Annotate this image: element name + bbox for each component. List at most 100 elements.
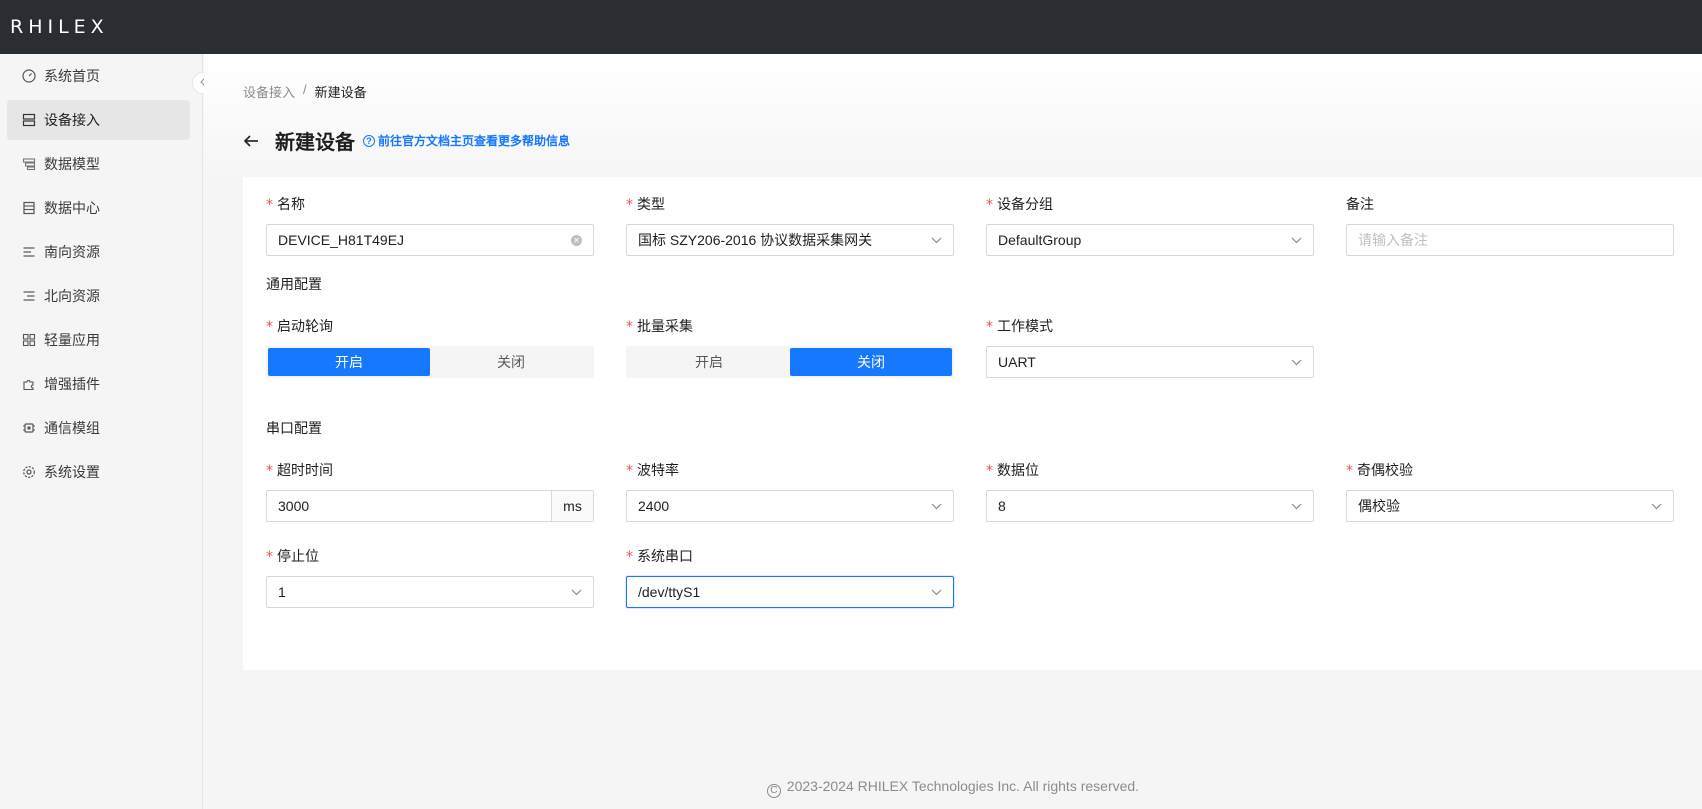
stopbits-label: 停止位 (277, 548, 319, 564)
poll-off-option[interactable]: 关闭 (430, 348, 592, 376)
gear-icon (22, 465, 36, 479)
serial-config-title: 串口配置 (266, 420, 322, 436)
type-select[interactable]: 国标 SZY206-2016 协议数据采集网关 (626, 224, 954, 256)
sidebar-item-comm-modules[interactable]: 通信模组 (7, 408, 190, 448)
field-mode: * 工作模式 UART (986, 316, 1314, 378)
timeout-unit: ms (551, 491, 593, 521)
sidebar-item-south-resources[interactable]: 南向资源 (7, 232, 190, 272)
sidebar-item-label: 南向资源 (44, 244, 100, 260)
chevron-down-icon (1291, 359, 1302, 366)
footer-text: 2023-2024 RHILEX Technologies Inc. All r… (786, 778, 1140, 794)
remark-input[interactable]: 请输入备注 (1346, 224, 1674, 256)
timeout-label: 超时时间 (277, 462, 333, 478)
type-label: 类型 (637, 196, 665, 212)
required-mark: * (626, 319, 633, 335)
field-stopbits: * 停止位 1 (266, 546, 594, 608)
field-batch: * 批量采集 开启 关闭 (626, 316, 954, 378)
port-select-value: /dev/ttyS1 (638, 584, 701, 600)
required-mark: * (626, 463, 633, 479)
field-name: * 名称 DEVICE_H81T49EJ ✕ (266, 194, 594, 256)
sidebar-item-label: 系统设置 (44, 464, 100, 480)
required-mark: * (1346, 463, 1353, 479)
batch-label: 批量采集 (637, 318, 693, 334)
required-mark: * (986, 463, 993, 479)
required-mark: * (626, 549, 633, 565)
dashboard-icon (22, 69, 36, 83)
baud-select-value: 2400 (638, 498, 670, 514)
apps-icon (22, 333, 36, 347)
poll-on-option[interactable]: 开启 (268, 348, 430, 376)
type-select-value: 国标 SZY206-2016 协议数据采集网关 (638, 232, 873, 248)
field-parity: * 奇偶校验 偶校验 (1346, 460, 1674, 522)
sidebar-item-settings[interactable]: 系统设置 (7, 452, 190, 492)
remark-placeholder: 请输入备注 (1358, 232, 1428, 248)
stopbits-select-value: 1 (278, 584, 286, 600)
port-select[interactable]: /dev/ttyS1 (626, 576, 954, 608)
baud-label: 波特率 (637, 462, 679, 478)
breadcrumb-parent[interactable]: 设备接入 (243, 82, 295, 101)
field-databits: * 数据位 8 (986, 460, 1314, 522)
batch-on-option[interactable]: 开启 (628, 348, 790, 376)
sidebar-item-label: 系统首页 (44, 68, 100, 84)
field-timeout: * 超时时间 3000 ms (266, 460, 594, 522)
sidebar-item-light-apps[interactable]: 轻量应用 (7, 320, 190, 360)
group-select[interactable]: DefaultGroup (986, 224, 1314, 256)
required-mark: * (266, 197, 273, 213)
app-logo[interactable]: RHILEX (10, 16, 109, 38)
timeout-input[interactable]: 3000 ms (266, 490, 594, 522)
parity-label: 奇偶校验 (1357, 462, 1413, 478)
mode-select[interactable]: UART (986, 346, 1314, 378)
required-mark: * (626, 197, 633, 213)
copyright-icon: C (766, 783, 781, 798)
device-form: * 名称 DEVICE_H81T49EJ ✕ * 类型 国标 SZY206-2016… (243, 177, 1702, 670)
stopbits-select[interactable]: 1 (266, 576, 594, 608)
group-label: 设备分组 (997, 196, 1053, 212)
page-title: 新建设备 (275, 132, 355, 154)
back-arrow-icon[interactable] (243, 134, 261, 148)
sidebar-item-plugins[interactable]: 增强插件 (7, 364, 190, 404)
chevron-down-icon (931, 237, 942, 244)
chip-icon (22, 421, 36, 435)
sidebar-item-label: 通信模组 (44, 420, 100, 436)
databits-label: 数据位 (997, 462, 1039, 478)
batch-off-option[interactable]: 关闭 (790, 348, 952, 376)
field-group: * 设备分组 DefaultGroup (986, 194, 1314, 256)
field-baud: * 波特率 2400 (626, 460, 954, 522)
mode-label: 工作模式 (997, 318, 1053, 334)
name-input[interactable]: DEVICE_H81T49EJ ✕ (266, 224, 594, 256)
breadcrumb-current: 新建设备 (314, 85, 367, 100)
sidebar-item-north-resources[interactable]: 北向资源 (7, 276, 190, 316)
chevron-down-icon (571, 589, 582, 596)
top-bar: RHILEX (0, 0, 1702, 54)
batch-toggle: 开启 关闭 (626, 346, 954, 378)
sidebar-item-data-model[interactable]: 数据模型 (7, 144, 190, 184)
sidebar-item-home[interactable]: 系统首页 (7, 56, 190, 96)
clear-icon[interactable]: ✕ (571, 234, 582, 246)
sidebar-item-label: 增强插件 (44, 376, 100, 392)
sidebar-item-data-center[interactable]: 数据中心 (7, 188, 190, 228)
sidebar-item-devices[interactable]: 设备接入 (7, 100, 190, 140)
baud-select[interactable]: 2400 (626, 490, 954, 522)
field-poll: * 启动轮询 开启 关闭 (266, 316, 594, 378)
required-mark: * (266, 463, 273, 479)
database-icon (22, 201, 36, 215)
timeout-input-value: 3000 (278, 498, 310, 514)
sidebar: 系统首页 设备接入 数据模型 数据中心 南向资源 北向资源 轻量应用 增强插件 … (0, 54, 203, 809)
parity-select-value: 偶校验 (1358, 498, 1400, 514)
south-icon (22, 245, 36, 259)
remark-label: 备注 (1346, 196, 1374, 212)
help-docs-link[interactable]: ? 前往官方文档主页查看更多帮助信息 (363, 132, 570, 149)
databits-select-value: 8 (998, 498, 1006, 514)
question-circle-icon: ? (363, 134, 375, 147)
name-input-value: DEVICE_H81T49EJ (278, 232, 405, 248)
chevron-down-icon (1291, 237, 1302, 244)
required-mark: * (266, 549, 273, 565)
footer: C 2023-2024 RHILEX Technologies Inc. All… (204, 778, 1702, 798)
databits-select[interactable]: 8 (986, 490, 1314, 522)
field-serial-port: * 系统串口 /dev/ttyS1 (626, 546, 954, 608)
plugin-icon (22, 377, 36, 391)
sidebar-item-label: 轻量应用 (44, 332, 100, 348)
sidebar-item-label: 数据中心 (44, 200, 100, 216)
chevron-down-icon (931, 589, 942, 596)
parity-select[interactable]: 偶校验 (1346, 490, 1674, 522)
